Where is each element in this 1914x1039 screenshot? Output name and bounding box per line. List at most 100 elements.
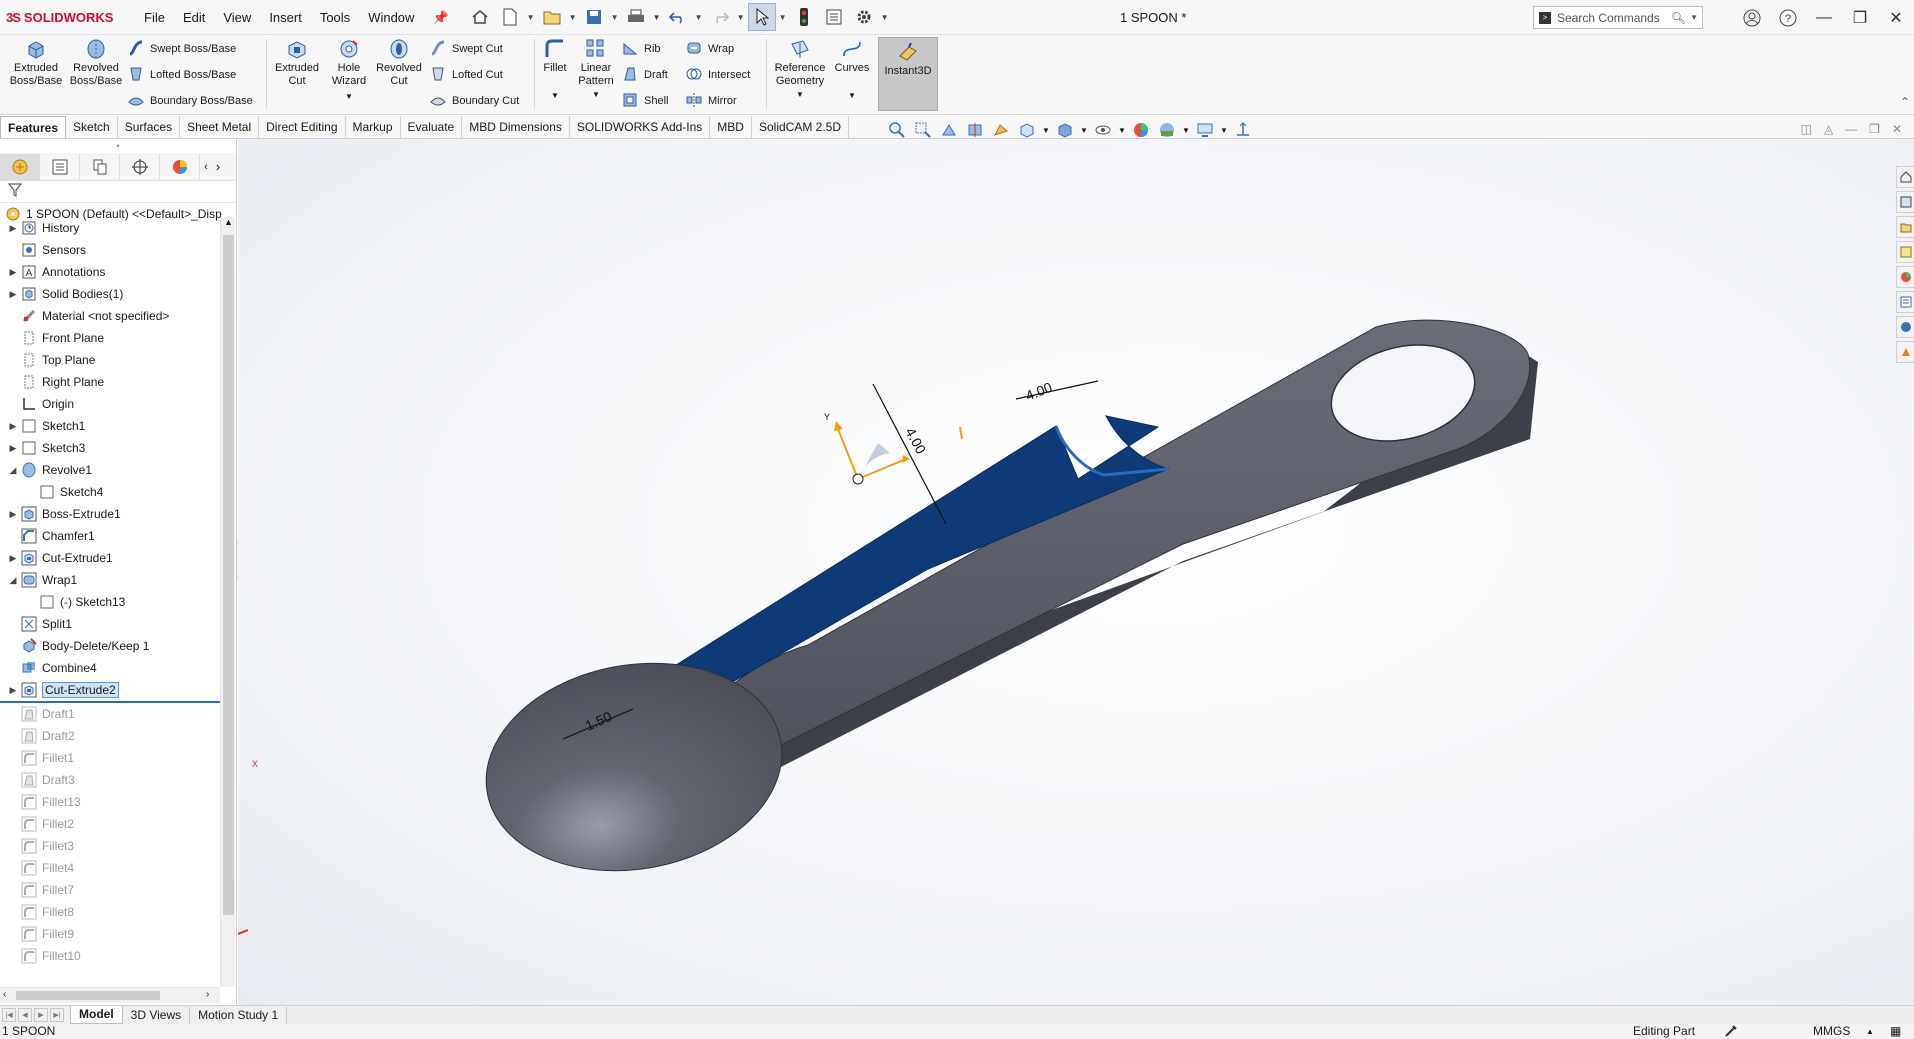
expand-arrow-icon[interactable]: ▶ [6, 223, 20, 234]
undo-dropdown-icon[interactable]: ▼ [694, 13, 704, 22]
instant3d-manipulator[interactable] [834, 421, 963, 485]
triad-view-icon[interactable] [1232, 120, 1254, 140]
zoom-to-fit-icon[interactable] [886, 120, 908, 140]
expand-arrow-icon[interactable]: ▶ [6, 289, 20, 300]
tab-model[interactable]: Model [70, 1006, 123, 1024]
viewport-restore-icon[interactable]: ❐ [1869, 122, 1880, 136]
hide-show-items-icon[interactable] [1092, 120, 1114, 140]
expand-arrow-icon[interactable]: ▶ [6, 553, 20, 564]
display-style-dropdown-icon[interactable]: ▼ [1080, 120, 1088, 140]
tree-item[interactable]: ▶ Cut-Extrude2 [0, 679, 222, 701]
tab-sheet-metal[interactable]: Sheet Metal [180, 116, 260, 138]
new-document-icon[interactable] [496, 3, 524, 31]
lofted-boss-button[interactable]: Lofted Boss/Base [128, 64, 236, 86]
menu-view[interactable]: View [214, 0, 260, 35]
tree-item[interactable]: Material <not specified> [0, 305, 222, 327]
restore-window-icon[interactable]: ❐ [1842, 0, 1878, 35]
pin-icon[interactable]: 📌 [423, 0, 457, 35]
tree-item[interactable]: Right Plane [0, 371, 222, 393]
home-icon[interactable] [466, 3, 494, 31]
options-dropdown-icon[interactable]: ▼ [880, 13, 890, 22]
next-tab-nav-icon[interactable]: ▶ [34, 1008, 48, 1022]
tree-item[interactable]: Combine4 [0, 657, 222, 679]
tree-item[interactable]: ▶ Boss-Extrude1 [0, 503, 222, 525]
tree-item[interactable]: Chamfer1 [0, 525, 222, 547]
curves-dropdown-icon[interactable]: ▼ [848, 89, 856, 102]
undo-icon[interactable] [664, 3, 692, 31]
tab-motion-study-1[interactable]: Motion Study 1 [190, 1006, 288, 1024]
open-dropdown-icon[interactable]: ▼ [568, 13, 578, 22]
viewport-tile-right-icon[interactable]: ◬ [1824, 122, 1833, 136]
filter-icon[interactable] [7, 183, 23, 200]
rib-button[interactable]: Rib [622, 38, 661, 60]
tree-item[interactable]: Fillet13 [0, 791, 222, 813]
tree-item[interactable]: (-) Sketch13 [0, 591, 222, 613]
extruded-cut-button[interactable]: Extruded Cut [270, 37, 324, 88]
redo-icon[interactable] [706, 3, 734, 31]
panel-tabs-left-icon[interactable]: ‹ [200, 161, 212, 173]
instant3d-button[interactable]: Instant3D [878, 37, 938, 111]
tree-item[interactable]: Draft1 [0, 703, 222, 725]
first-tab-nav-icon[interactable]: |◀ [2, 1008, 16, 1022]
tree-item[interactable]: ▶ Sketch3 [0, 437, 222, 459]
display-style-icon[interactable] [1054, 120, 1076, 140]
account-icon[interactable] [1734, 0, 1770, 35]
rebuild-status-icon[interactable] [1724, 1024, 1738, 1039]
status-bar-icon[interactable]: ▦ [1890, 1024, 1901, 1039]
menu-insert[interactable]: Insert [260, 0, 311, 35]
swept-cut-button[interactable]: Swept Cut [430, 38, 503, 60]
solidworks-forum-icon[interactable] [1896, 316, 1914, 338]
tree-item[interactable]: Split1 [0, 613, 222, 635]
close-window-icon[interactable]: ✕ [1878, 0, 1914, 35]
edit-appearance-icon[interactable] [1130, 120, 1152, 140]
tree-item[interactable]: Draft2 [0, 725, 222, 747]
save-icon[interactable] [580, 3, 608, 31]
menu-file[interactable]: File [135, 0, 174, 35]
tree-item[interactable]: Fillet4 [0, 857, 222, 879]
tree-item[interactable]: Fillet9 [0, 923, 222, 945]
menu-tools[interactable]: Tools [311, 0, 359, 35]
scroll-up-icon[interactable]: ▲ [224, 217, 233, 227]
tree-item[interactable]: Fillet7 [0, 879, 222, 901]
select-pointer-icon[interactable] [747, 3, 776, 31]
scroll-left-icon[interactable]: ‹ [3, 989, 6, 1000]
tree-item[interactable]: ▶ A Annotations [0, 261, 222, 283]
print-icon[interactable] [622, 3, 650, 31]
new-dropdown-icon[interactable]: ▼ [526, 13, 536, 22]
tree-item[interactable]: Fillet2 [0, 813, 222, 835]
tree-horizontal-scroll-thumb[interactable] [16, 991, 160, 1000]
open-folder-icon[interactable] [538, 3, 566, 31]
expand-arrow-icon[interactable]: ▶ [6, 685, 20, 696]
display-manager-tab-icon[interactable] [160, 153, 200, 180]
view-orientation-icon[interactable] [1016, 120, 1038, 140]
fillet-button[interactable]: Fillet ▼ [538, 37, 572, 102]
tab-mbd[interactable]: MBD [710, 116, 752, 138]
tree-filter[interactable] [0, 181, 236, 203]
section-view-icon[interactable] [964, 120, 986, 140]
prev-tab-nav-icon[interactable]: ◀ [18, 1008, 32, 1022]
view-palette-icon[interactable] [1896, 241, 1914, 263]
print-dropdown-icon[interactable]: ▼ [652, 13, 662, 22]
search-dropdown-icon[interactable]: ▼ [1690, 13, 1698, 22]
tab-sketch[interactable]: Sketch [66, 116, 118, 138]
tree-item[interactable]: Fillet10 [0, 945, 222, 967]
view-orientation-dropdown-icon[interactable]: ▼ [1042, 120, 1050, 140]
status-units[interactable]: MMGS [1813, 1024, 1850, 1039]
tree-item[interactable]: Front Plane [0, 327, 222, 349]
rebuild-icon[interactable] [790, 3, 818, 31]
tree-item[interactable]: Fillet3 [0, 835, 222, 857]
hole-wizard-dropdown-icon[interactable]: ▼ [345, 90, 353, 103]
minimize-window-icon[interactable]: — [1806, 0, 1842, 35]
tree-vertical-scrollbar[interactable]: ▲ [220, 217, 235, 987]
tree-item[interactable]: ◢ Wrap1 [0, 569, 222, 591]
curves-button[interactable]: Curves ▼ [832, 37, 872, 102]
tab-markup[interactable]: Markup [346, 116, 401, 138]
expand-arrow-icon[interactable]: ▶ [6, 267, 20, 278]
tree-item[interactable]: ▶ Cut-Extrude1 [0, 547, 222, 569]
dimension-value-3[interactable]: 4.00 [1023, 379, 1054, 404]
help-icon[interactable]: ? [1770, 0, 1806, 35]
expand-arrow-icon[interactable]: ▶ [6, 443, 20, 454]
revolved-boss-button[interactable]: Revolved Boss/Base [68, 37, 124, 88]
tree-item[interactable]: ▶ History [0, 217, 222, 239]
reference-geometry-button[interactable]: Reference Geometry ▼ [770, 37, 830, 101]
